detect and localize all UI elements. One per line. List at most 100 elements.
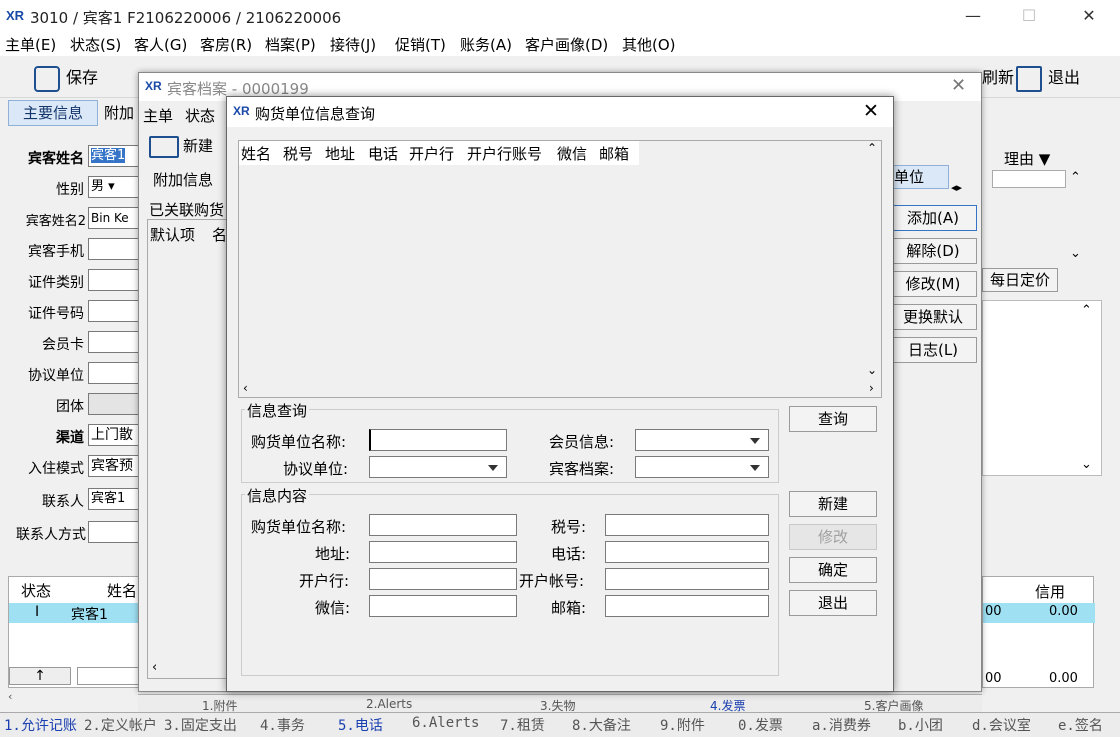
checkin-mode-field[interactable]: 宾客预 — [88, 455, 140, 477]
tab-phone[interactable]: 5.电话 — [338, 715, 383, 735]
menu-promo[interactable]: 促销(T) — [395, 34, 446, 55]
tab-attachments[interactable]: 9.附件 — [660, 715, 705, 735]
result-scroll-up-icon[interactable]: ⌃ — [867, 141, 877, 155]
tab-define-account[interactable]: 2.定义帐户 — [84, 715, 157, 735]
tab-invoice[interactable]: 0.发票 — [738, 715, 783, 735]
contact-field[interactable]: 宾客1 — [88, 488, 140, 510]
contact-method-field[interactable] — [88, 521, 140, 543]
content-unit-name-input[interactable] — [369, 514, 517, 536]
result-scroll-left-icon[interactable]: ‹ — [243, 381, 248, 395]
guest-phone-field[interactable] — [88, 238, 140, 260]
table-row[interactable]: I 宾客1 — [9, 603, 143, 623]
content-bank-input[interactable] — [369, 568, 517, 590]
tab-unit[interactable]: 单位 — [889, 165, 949, 189]
content-wechat-input[interactable] — [369, 595, 517, 617]
tab-coupon[interactable]: a.消费券 — [812, 715, 871, 735]
daily-price-button[interactable]: 每日定价 — [982, 268, 1058, 292]
tab-attachment[interactable]: 1.附件 — [202, 697, 237, 714]
menu-other[interactable]: 其他(O) — [622, 34, 676, 55]
tab-big-notes[interactable]: 8.大备注 — [572, 715, 631, 735]
new-button[interactable]: 新建 — [789, 491, 877, 517]
tab-main-info[interactable]: 主要信息 — [8, 100, 98, 126]
search-guest-file-select[interactable] — [635, 456, 769, 478]
reason-input[interactable] — [992, 170, 1066, 188]
content-phone-input[interactable] — [605, 541, 769, 563]
list-scroll-left-icon[interactable]: ‹ — [152, 660, 157, 675]
menu-reception[interactable]: 接待(J) — [330, 34, 376, 55]
member-card-field[interactable] — [88, 331, 140, 353]
gender-select[interactable]: 男 ▾ — [88, 176, 140, 198]
tab-meeting-room[interactable]: d.会议室 — [972, 715, 1031, 735]
result-scroll-right-icon[interactable]: › — [869, 381, 874, 395]
guest-dialog-close-icon[interactable]: ✕ — [951, 75, 966, 96]
close-icon[interactable]: ✕ — [1066, 2, 1112, 30]
tab-invoice-active[interactable]: 4.发票 — [710, 697, 745, 714]
content-email-input[interactable] — [605, 595, 769, 617]
change-default-button[interactable]: 更换默认 — [889, 304, 977, 330]
col-name-header[interactable]: 姓名 — [241, 143, 271, 164]
tab-lease[interactable]: 7.租赁 — [500, 715, 545, 735]
scroll-down-icon[interactable]: ⌄ — [1070, 246, 1081, 261]
tab-alert[interactable]: 2.Alerts — [366, 697, 412, 711]
col-wechat-header[interactable]: 微信 — [557, 143, 587, 164]
guest-dialog-extra-tab[interactable]: 附加信息 — [153, 169, 213, 190]
tab-scroll-arrows-icon[interactable]: ◂▸ — [951, 181, 962, 194]
content-address-input[interactable] — [369, 541, 517, 563]
save-button[interactable]: 保存 — [34, 62, 98, 94]
tab-signature[interactable]: e.签名 — [1058, 715, 1103, 735]
query-button[interactable]: 查询 — [789, 406, 877, 432]
search-agreement-select[interactable] — [369, 456, 507, 478]
scroll-up-icon[interactable]: ⌃ — [1070, 170, 1081, 185]
exit-dialog-button[interactable]: 退出 — [789, 590, 877, 616]
tab-lost[interactable]: 3.失物 — [540, 697, 575, 714]
list-scroll-up-icon[interactable]: ⌃ — [1081, 303, 1092, 318]
grid-input[interactable] — [77, 667, 139, 685]
guest-name-field[interactable]: 宾客1 — [88, 145, 140, 167]
guest-dialog-new-button[interactable]: 新建 — [149, 133, 229, 159]
menu-profile[interactable]: 客户画像(D) — [525, 34, 608, 55]
channel-field[interactable]: 上门散 — [88, 424, 140, 446]
maximize-icon[interactable]: ☐ — [1006, 2, 1052, 30]
id-type-field[interactable] — [88, 269, 140, 291]
modify-button[interactable]: 修改(M) — [889, 271, 977, 297]
list-scroll-down-icon[interactable]: ⌄ — [1081, 457, 1092, 472]
search-unit-name-input[interactable] — [369, 429, 507, 451]
menu-file[interactable]: 档案(P) — [265, 34, 316, 55]
guest-dialog-menu-status[interactable]: 状态 — [185, 105, 215, 126]
add-button[interactable]: 添加(A) — [889, 205, 977, 231]
menu-status[interactable]: 状态(S) — [70, 34, 121, 55]
col-phone-header[interactable]: 电话 — [368, 143, 398, 164]
menu-account[interactable]: 账务(A) — [460, 34, 512, 55]
refresh-button[interactable]: 刷新 — [982, 62, 1014, 94]
guest-name2-field[interactable]: Bin Ke — [88, 207, 140, 229]
menu-main[interactable]: 主单(E) — [5, 34, 56, 55]
tab-fixed-expense[interactable]: 3.固定支出 — [164, 715, 237, 735]
tab-allow-charge[interactable]: 1.允许记账 — [4, 715, 77, 735]
content-tax-input[interactable] — [605, 514, 769, 536]
tab-small-group[interactable]: b.小团 — [898, 715, 943, 735]
menu-room[interactable]: 客房(R) — [200, 34, 252, 55]
minimize-icon[interactable]: — — [950, 2, 996, 30]
scroll-left-icon[interactable]: ‹ — [8, 690, 138, 704]
col-tax-header[interactable]: 税号 — [283, 143, 313, 164]
confirm-button[interactable]: 确定 — [789, 557, 877, 583]
tab-customer-profile[interactable]: 5.客户画像 — [864, 697, 923, 714]
arrow-up-icon[interactable]: ↑ — [9, 667, 71, 685]
menu-guest[interactable]: 客人(G) — [134, 34, 187, 55]
col-account-header[interactable]: 开户行账号 — [467, 143, 542, 164]
col-address-header[interactable]: 地址 — [325, 143, 355, 164]
result-scroll-down-icon[interactable]: ⌄ — [867, 363, 877, 377]
col-email-header[interactable]: 邮箱 — [599, 143, 629, 164]
col-bank-header[interactable]: 开户行 — [409, 143, 454, 164]
table-row[interactable]: 00 0.00 — [983, 603, 1095, 623]
id-number-field[interactable] — [88, 300, 140, 322]
tab-affairs[interactable]: 4.事务 — [260, 715, 305, 735]
tab-alerts[interactable]: 6.Alerts — [412, 715, 479, 731]
agreement-unit-field[interactable] — [88, 362, 140, 384]
guest-dialog-menu-main[interactable]: 主单 — [143, 105, 173, 126]
exit-button[interactable]: 退出 — [1016, 62, 1080, 94]
search-member-select[interactable] — [635, 429, 769, 451]
content-account-input[interactable] — [605, 568, 769, 590]
unlink-button[interactable]: 解除(D) — [889, 238, 977, 264]
log-button[interactable]: 日志(L) — [889, 337, 977, 363]
